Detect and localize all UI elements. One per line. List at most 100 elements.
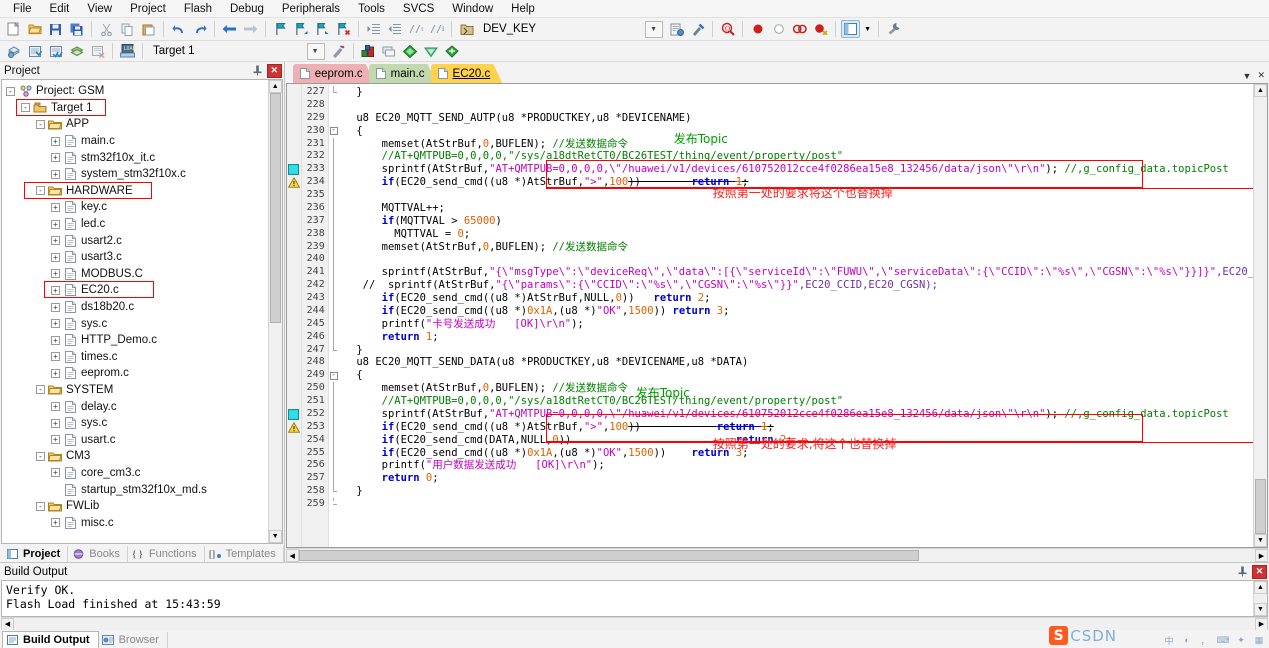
pin-icon[interactable] xyxy=(250,64,265,78)
fold-marker[interactable]: - xyxy=(329,369,340,382)
expand-toggle-icon[interactable]: + xyxy=(51,269,60,279)
close-icon[interactable]: ✕ xyxy=(1252,564,1267,579)
scroll-thumb[interactable] xyxy=(1255,479,1266,534)
expand-toggle-icon[interactable]: + xyxy=(51,202,60,212)
navigate-back-icon[interactable] xyxy=(220,20,239,38)
download-icon[interactable]: LOAD xyxy=(118,42,137,60)
debug-settings-icon[interactable] xyxy=(443,42,462,60)
collapse-toggle-icon[interactable]: - xyxy=(36,385,45,395)
ime-toolbar[interactable]: 中 ◐ ， ⌨ ✦ ▦ xyxy=(1159,633,1269,647)
uncomment-icon[interactable]: //≡ xyxy=(427,20,446,38)
ime-tools-icon[interactable]: ✦ xyxy=(1234,633,1248,647)
project-tree-scrollbar[interactable]: ▲ ▼ xyxy=(267,80,282,543)
expand-toggle-icon[interactable]: + xyxy=(51,236,60,246)
tree-item-led-c[interactable]: + led.c xyxy=(4,216,268,233)
tree-item-core-cm3-c[interactable]: + core_cm3.c xyxy=(4,465,268,482)
pack-installer-icon[interactable] xyxy=(401,42,420,60)
tree-item-target-1[interactable]: - Target 1 xyxy=(4,98,268,117)
save-all-icon[interactable] xyxy=(67,20,86,38)
expand-toggle-icon[interactable]: + xyxy=(51,368,60,378)
expand-toggle-icon[interactable]: + xyxy=(51,352,60,362)
comment-icon[interactable]: //= xyxy=(406,20,425,38)
options-wrench-icon[interactable] xyxy=(884,20,903,38)
code-vertical-scrollbar[interactable]: ▲ ▼ xyxy=(1253,84,1267,547)
warning-marker-icon[interactable] xyxy=(287,421,301,434)
expand-toggle-icon[interactable]: + xyxy=(51,252,60,262)
tab-functions[interactable]: { } Functions xyxy=(128,546,205,562)
tree-item-hardware[interactable]: - HARDWARE xyxy=(4,181,268,200)
tree-item-project-gsm[interactable]: - Project: GSM xyxy=(4,83,268,100)
breakpoint-icon[interactable] xyxy=(748,20,767,38)
manage-layers-icon[interactable] xyxy=(380,42,399,60)
menu-item-peripherals[interactable]: Peripherals xyxy=(273,1,349,17)
tabstrip-close-icon[interactable]: ✕ xyxy=(1257,70,1265,81)
paste-icon[interactable] xyxy=(139,20,158,38)
fold-marker[interactable]: - xyxy=(329,125,340,138)
tree-item-ds18b20-c[interactable]: + ds18b20.c xyxy=(4,299,268,316)
scroll-down-arrow[interactable]: ▼ xyxy=(268,530,282,543)
tree-item-usart-c[interactable]: + usart.c xyxy=(4,431,268,448)
scroll-left-arrow[interactable]: ◀ xyxy=(285,549,299,562)
manage-project-icon[interactable] xyxy=(359,42,378,60)
target-options-icon[interactable] xyxy=(329,42,348,60)
collapse-toggle-icon[interactable]: - xyxy=(36,451,45,461)
editor-tab-eeprom-c[interactable]: eeprom.c xyxy=(293,64,375,83)
find-in-files-icon[interactable]: Q xyxy=(718,20,737,38)
insert-file-icon[interactable] xyxy=(667,20,686,38)
ime-chinese-icon[interactable]: 中 xyxy=(1162,633,1176,647)
tree-item-misc-c[interactable]: + misc.c xyxy=(4,514,268,531)
run-to-cursor-icon[interactable] xyxy=(422,42,441,60)
menu-item-svcs[interactable]: SVCS xyxy=(394,1,443,17)
expand-toggle-icon[interactable]: + xyxy=(51,319,60,329)
navigate-forward-icon[interactable] xyxy=(241,20,260,38)
tree-item-stm32f10x-it-c[interactable]: + stm32f10x_it.c xyxy=(4,149,268,166)
scroll-thumb[interactable] xyxy=(269,93,281,323)
chevron-down-icon[interactable]: ▼ xyxy=(307,43,323,59)
expand-toggle-icon[interactable]: + xyxy=(51,136,60,146)
scroll-left-arrow[interactable]: ◀ xyxy=(1,617,14,631)
tree-item-ec20-c[interactable]: + EC20.c xyxy=(4,281,268,299)
translate-icon[interactable] xyxy=(4,42,23,60)
scroll-thumb[interactable] xyxy=(298,550,919,561)
breakpoint-disable-icon[interactable] xyxy=(769,20,788,38)
tab-templates[interactable]: [] Templates xyxy=(205,546,284,562)
menu-item-project[interactable]: Project xyxy=(121,1,175,17)
tree-item-system[interactable]: - SYSTEM xyxy=(4,382,268,399)
expand-toggle-icon[interactable]: + xyxy=(51,435,60,445)
scroll-down-arrow[interactable]: ▼ xyxy=(1254,534,1267,547)
tab-project[interactable]: Project xyxy=(2,546,69,562)
expand-toggle-icon[interactable]: + xyxy=(51,302,60,312)
tree-item-startup-stm32f10x-md-s[interactable]: startup_stm32f10x_md.s xyxy=(4,481,268,498)
tree-item-http-demo-c[interactable]: + HTTP_Demo.c xyxy=(4,332,268,349)
tab-books[interactable]: Books xyxy=(68,546,128,562)
tree-item-main-c[interactable]: + main.c xyxy=(4,133,268,150)
undo-icon[interactable] xyxy=(169,20,188,38)
expand-toggle-icon[interactable]: + xyxy=(51,402,60,412)
tab-browser[interactable]: Browser xyxy=(99,632,168,648)
tab-build-output[interactable]: Build Output xyxy=(2,631,99,648)
editor-tab-main-c[interactable]: main.c xyxy=(369,64,437,83)
tree-item-cm3[interactable]: - CM3 xyxy=(4,448,268,465)
scroll-up-arrow[interactable]: ▲ xyxy=(1254,84,1267,97)
target-key-icon[interactable] xyxy=(457,20,476,38)
build-vertical-scrollbar[interactable]: ▲ ▼ xyxy=(1253,581,1267,616)
target-dropdown[interactable]: ▼ xyxy=(306,42,325,60)
expand-toggle-icon[interactable]: + xyxy=(51,153,60,163)
copy-icon[interactable] xyxy=(118,20,137,38)
stop-build-icon[interactable] xyxy=(88,42,107,60)
collapse-toggle-icon[interactable]: - xyxy=(36,501,45,511)
menu-item-view[interactable]: View xyxy=(78,1,121,17)
collapse-toggle-icon[interactable]: - xyxy=(6,86,15,96)
menu-item-window[interactable]: Window xyxy=(443,1,502,17)
close-icon[interactable]: ✕ xyxy=(266,63,282,78)
tree-item-eeprom-c[interactable]: + eeprom.c xyxy=(4,365,268,382)
breakpoint-gutter[interactable] xyxy=(286,84,302,547)
code-view[interactable]: 227 228 229 230 231 232 233 234 235 236 237 238 239 2… xyxy=(286,84,1253,547)
expand-toggle-icon[interactable]: + xyxy=(51,219,60,229)
tree-item-delay-c[interactable]: + delay.c xyxy=(4,398,268,415)
bookmark-marker-icon[interactable] xyxy=(287,163,301,176)
breakpoint-clear-icon[interactable] xyxy=(790,20,809,38)
scroll-up-arrow[interactable]: ▲ xyxy=(268,80,282,93)
breakpoint-disable-all-icon[interactable] xyxy=(811,20,830,38)
menu-item-tools[interactable]: Tools xyxy=(349,1,394,17)
